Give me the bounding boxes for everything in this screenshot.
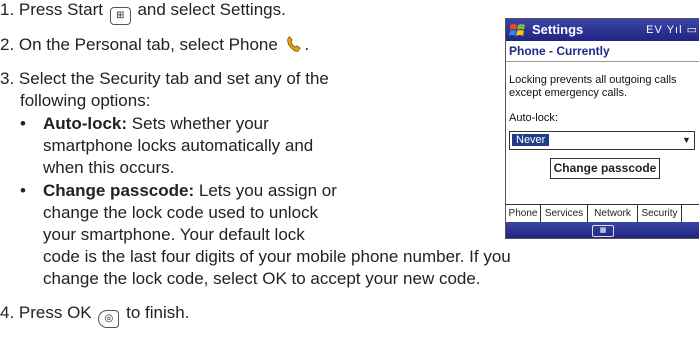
bullet-marker: • <box>20 114 26 133</box>
bullet-auto-lock-line2: smartphone locks automatically and <box>43 136 314 155</box>
bullet-auto-lock-line3: when this occurs. <box>43 158 175 177</box>
bullet-auto-lock: Auto-lock: Sets whether your <box>43 114 269 133</box>
tab-network[interactable]: Network <box>588 205 638 222</box>
windows-logo-icon[interactable] <box>509 22 526 38</box>
phone-icon <box>286 36 301 52</box>
keyboard-icon[interactable]: ▦ <box>592 225 614 237</box>
step-4: 4. Press OK ◎ to finish. <box>0 303 189 328</box>
page-subheader: Phone - Currently <box>506 41 699 62</box>
status-indicators: EV Yıl ▭ <box>646 24 698 36</box>
step-3: 3. Select the Security tab and set any o… <box>0 69 329 88</box>
bullet-change-passcode-line4: code is the last four digits of your mob… <box>43 247 511 266</box>
bottom-bar: ▦ <box>506 222 699 238</box>
device-screenshot: Settings EV Yıl ▭ Phone - Currently Lock… <box>505 18 699 239</box>
bullet-title: Change passcode: <box>43 181 195 200</box>
step-2: 2. On the Personal tab, select Phone . <box>0 35 310 54</box>
bullet-change-passcode-line2: change the lock code used to unlock <box>43 203 319 222</box>
step-1: 1. Press Start ⊞ and select Settings. <box>0 0 286 25</box>
bullet-change-passcode: Change passcode: Lets you assign or <box>43 181 337 200</box>
bullet-title: Auto-lock: <box>43 114 128 133</box>
window-title: Settings <box>532 22 584 37</box>
change-passcode-button[interactable]: Change passcode <box>550 158 660 179</box>
tab-services[interactable]: Services <box>541 205 588 222</box>
tab-bar: Phone Services Network Security <box>506 204 699 223</box>
start-key-icon: ⊞ <box>109 7 131 25</box>
title-bar: Settings EV Yıl ▭ <box>506 19 699 41</box>
bullet-change-passcode-line5: change the lock code, select OK to accep… <box>43 269 481 288</box>
bullet-change-passcode-line3: your smartphone. Your default lock <box>43 225 305 244</box>
tab-phone[interactable]: Phone <box>506 205 541 222</box>
autolock-select[interactable]: Never ▼ <box>509 131 695 150</box>
bullet-marker: • <box>20 181 26 200</box>
step-3-cont: following options: <box>20 91 151 110</box>
instruction-document: 1. Press Start ⊞ and select Settings. 2.… <box>0 0 699 347</box>
ok-key-icon: ◎ <box>98 310 120 328</box>
info-text: Locking prevents all outgoing calls exce… <box>509 74 677 99</box>
autolock-value: Never <box>512 134 550 146</box>
chevron-down-icon[interactable]: ▼ <box>680 133 693 147</box>
autolock-label: Auto-lock: <box>509 112 558 124</box>
tab-security[interactable]: Security <box>638 205 682 222</box>
